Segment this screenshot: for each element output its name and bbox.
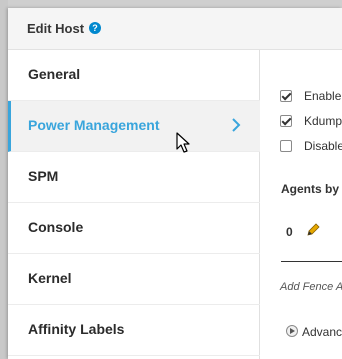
enable-checkbox[interactable] (280, 90, 292, 102)
sidebar-item-general[interactable]: General (8, 50, 260, 101)
disable-policy-control-option[interactable]: Disable (280, 139, 342, 155)
kdump-checkbox[interactable] (280, 115, 292, 127)
sidebar-item-label: Console (28, 219, 84, 235)
kdump-integration-option[interactable]: Kdump (280, 114, 342, 130)
pencil-icon[interactable] (306, 223, 320, 237)
backdrop-topbar (0, 0, 342, 8)
sidebar-item-console[interactable]: Console (8, 203, 260, 254)
chevron-right-icon (232, 118, 241, 132)
enable-power-management-option[interactable]: Enable (280, 89, 342, 105)
sidebar-item-label: General (28, 66, 81, 82)
dialog-sidebar: General Power Management SPM Console Ker… (8, 50, 260, 359)
sidebar-item-power-management[interactable]: Power Management (8, 101, 260, 152)
advanced-parameters-toggle[interactable]: Advanc (302, 325, 342, 339)
sidebar-item-label: Affinity Labels (28, 321, 125, 337)
help-icon[interactable]: ? (89, 22, 101, 34)
mouse-pointer-icon (176, 132, 190, 153)
sidebar-item-label: Power Management (28, 117, 160, 133)
agents-heading: Agents by (281, 182, 340, 196)
add-fence-agent-link[interactable]: Add Fence A (280, 281, 342, 293)
edit-host-dialog: Edit Host ? General Power Management SPM… (8, 8, 342, 359)
dialog-title: Edit Host (27, 21, 85, 36)
sidebar-item-label: SPM (28, 168, 59, 184)
backdrop-edge (0, 0, 8, 359)
sidebar-item-affinity-labels[interactable]: Affinity Labels (8, 305, 260, 356)
dialog-header: Edit Host ? (8, 8, 342, 50)
sidebar-item-label: Kernel (28, 270, 72, 286)
power-management-panel: Enable Kdump Disable Agents by 0 Add Fen… (261, 50, 342, 359)
agent-count: 0 (286, 225, 293, 239)
sidebar-item-kernel[interactable]: Kernel (8, 254, 260, 305)
agents-divider (281, 261, 342, 262)
sidebar-item-spm[interactable]: SPM (8, 152, 260, 203)
kdump-label: Kdump (304, 114, 342, 128)
disable-label: Disable (304, 139, 342, 153)
expand-arrow-icon[interactable] (286, 325, 298, 337)
enable-label: Enable (304, 89, 342, 103)
disable-checkbox[interactable] (280, 140, 292, 152)
